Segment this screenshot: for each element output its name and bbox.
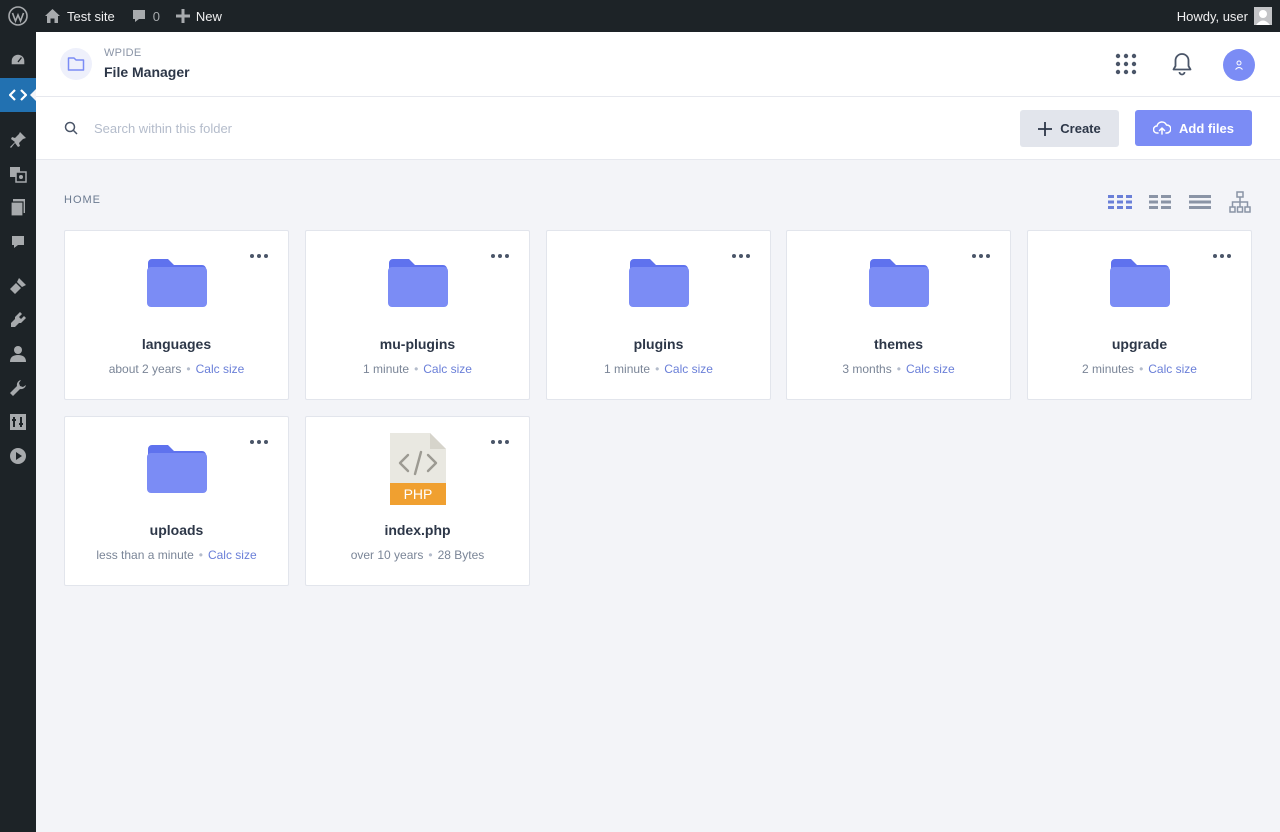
wp-admin-bar: Test site 0 New Howdy, user — [0, 0, 1280, 32]
tools-wrench-icon[interactable] — [0, 371, 36, 405]
app-header: WPIDE File Manager — [36, 32, 1280, 97]
file-card-index-php[interactable]: PHP index.php over 10 years • 28 Bytes — [305, 416, 530, 586]
wordpress-logo-icon[interactable] — [0, 0, 36, 32]
more-options-icon[interactable] — [491, 251, 509, 261]
file-name: index.php — [384, 522, 451, 538]
settings-sliders-icon[interactable] — [0, 405, 36, 439]
breadcrumb-home[interactable]: HOME — [64, 194, 101, 206]
new-label: New — [195, 8, 222, 24]
notification-bell-icon[interactable] — [1171, 52, 1193, 76]
file-name: plugins — [633, 336, 684, 352]
plugins-icon[interactable] — [0, 303, 36, 337]
view-grid-icon[interactable] — [1108, 190, 1132, 214]
search-input[interactable] — [94, 117, 694, 139]
folder-outline-icon — [60, 48, 92, 80]
cloud-upload-icon — [1153, 121, 1172, 135]
php-file-icon: PHP — [389, 433, 446, 510]
file-size: 28 Bytes — [437, 548, 485, 562]
search-icon — [64, 121, 78, 140]
more-options-icon[interactable] — [491, 437, 509, 447]
apps-grid-icon[interactable] — [1114, 52, 1138, 76]
play-icon[interactable] — [0, 439, 36, 473]
modified-time: 1 minute — [363, 362, 410, 376]
folder-icon — [146, 443, 208, 500]
plus-icon — [175, 9, 190, 23]
comments-count: 0 — [152, 8, 160, 24]
user-avatar-icon — [1254, 7, 1272, 25]
modified-time: 1 minute — [604, 362, 651, 376]
pin-icon[interactable] — [0, 123, 36, 157]
site-name-label: Test site — [67, 8, 115, 24]
calc-size-link[interactable]: Calc size — [208, 548, 257, 562]
file-meta: 1 minute • Calc size — [363, 362, 472, 376]
more-options-icon[interactable] — [250, 437, 268, 447]
dashboard-icon[interactable] — [0, 43, 36, 77]
comments-icon[interactable] — [0, 225, 36, 259]
comment-bubble-icon — [132, 10, 145, 22]
app-subtitle: WPIDE — [104, 47, 142, 59]
modified-time: 3 months — [842, 362, 892, 376]
calc-size-link[interactable]: Calc size — [906, 362, 955, 376]
pages-icon[interactable] — [0, 191, 36, 225]
calc-size-link[interactable]: Calc size — [196, 362, 245, 376]
folder-icon — [146, 257, 208, 314]
modified-time: about 2 years — [108, 362, 182, 376]
file-name: upgrade — [1111, 336, 1168, 352]
add-files-button-label: Add files — [1179, 120, 1234, 136]
folder-card-plugins[interactable]: plugins 1 minute • Calc size — [546, 230, 771, 400]
howdy-label: Howdy, user — [1176, 8, 1248, 24]
calc-size-link[interactable]: Calc size — [423, 362, 472, 376]
folder-icon — [387, 257, 449, 314]
create-button[interactable]: Create — [1020, 110, 1119, 147]
folder-card-themes[interactable]: themes 3 months • Calc size — [786, 230, 1011, 400]
view-tree-icon[interactable] — [1228, 190, 1252, 214]
new-content-link[interactable]: New — [168, 0, 230, 32]
create-button-label: Create — [1060, 121, 1101, 136]
folder-card-languages[interactable]: languages about 2 years • Calc size — [64, 230, 289, 400]
appearance-brush-icon[interactable] — [0, 269, 36, 303]
calc-size-link[interactable]: Calc size — [1148, 362, 1197, 376]
calc-size-link[interactable]: Calc size — [664, 362, 713, 376]
file-name: mu-plugins — [379, 336, 456, 352]
file-meta: 2 minutes • Calc size — [1082, 362, 1197, 376]
folder-icon — [1109, 257, 1171, 314]
file-meta: 3 months • Calc size — [842, 362, 955, 376]
site-name-link[interactable]: Test site — [36, 0, 123, 32]
modified-time: over 10 years — [350, 548, 424, 562]
comments-link[interactable]: 0 — [123, 0, 168, 32]
modified-time: 2 minutes — [1082, 362, 1135, 376]
file-name: themes — [873, 336, 924, 352]
my-account-link[interactable]: Howdy, user — [1169, 0, 1280, 32]
more-options-icon[interactable] — [250, 251, 268, 261]
more-options-icon[interactable] — [732, 251, 750, 261]
home-icon — [45, 9, 60, 23]
file-meta: less than a minute • Calc size — [96, 548, 257, 562]
more-options-icon[interactable] — [972, 251, 990, 261]
user-icon — [1235, 60, 1243, 70]
file-name: languages — [141, 336, 212, 352]
more-options-icon[interactable] — [1213, 251, 1231, 261]
page-title: File Manager — [104, 64, 190, 80]
view-list-icon[interactable] — [1188, 190, 1212, 214]
code-icon[interactable] — [0, 78, 36, 112]
view-columns-icon[interactable] — [1148, 190, 1172, 214]
folder-card-mu-plugins[interactable]: mu-plugins 1 minute • Calc size — [305, 230, 530, 400]
user-profile-button[interactable] — [1223, 49, 1255, 81]
folder-icon — [868, 257, 930, 314]
file-meta: about 2 years • Calc size — [108, 362, 245, 376]
media-icon[interactable] — [0, 157, 36, 191]
file-toolbar: Create Add files — [36, 97, 1280, 160]
file-name: uploads — [149, 522, 204, 538]
file-meta: 1 minute • Calc size — [604, 362, 713, 376]
folder-icon — [628, 257, 690, 314]
folder-card-uploads[interactable]: uploads less than a minute • Calc size — [64, 416, 289, 586]
add-files-button[interactable]: Add files — [1135, 110, 1252, 146]
file-meta: over 10 years • 28 Bytes — [350, 548, 485, 562]
plus-icon — [1038, 121, 1053, 136]
modified-time: less than a minute — [96, 548, 194, 562]
folder-card-upgrade[interactable]: upgrade 2 minutes • Calc size — [1027, 230, 1252, 400]
wp-admin-sidebar — [0, 32, 36, 832]
users-icon[interactable] — [0, 337, 36, 371]
php-badge: PHP — [403, 486, 432, 502]
